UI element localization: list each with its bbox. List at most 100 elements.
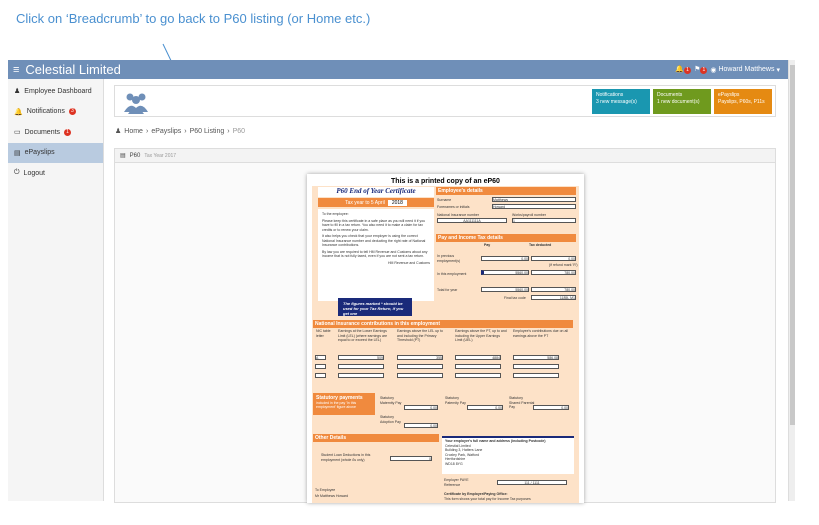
sidebar-item-label: Employee Dashboard [24, 87, 92, 95]
figures-note: The figures marked * should be used for … [338, 298, 412, 316]
top-bar: ≡ Celestial Limited 🔔 1 ⚑ 1 ◉ Howard Matth… [8, 60, 788, 79]
sidebar-item-notifications[interactable]: 🔔 Notifications 3 [8, 102, 103, 122]
breadcrumb-p60-listing[interactable]: P60 Listing [190, 128, 225, 135]
ni-empty-cell [513, 373, 559, 378]
final-code: 1185L M1 [531, 295, 576, 300]
pay-col-label: Pay [484, 243, 491, 247]
user-circle-icon: ◉ [710, 66, 717, 74]
surname-label: Surname [437, 198, 452, 202]
ni-contrib: 586.08 [513, 355, 559, 360]
tax-col-label: Tax deducted [529, 243, 552, 247]
tax-year-value: 2018 [387, 199, 407, 206]
flag-badge: 1 [700, 67, 708, 74]
sidebar-item-epayslips[interactable]: ▤ ePayslips [8, 142, 103, 163]
intro-para-2: It also helps you check that your employ… [322, 234, 426, 247]
ni-label: National Insurance number [437, 213, 480, 217]
sidebar-item-label: Notifications [26, 108, 65, 115]
tile-sub: 1 new document(s) [657, 99, 700, 105]
tile-documents[interactable]: Documents 1 new document(s) [653, 89, 711, 114]
p60-document: This is a printed copy of an eP60 P60 En… [307, 174, 584, 503]
to-employee-footer: To Employee [315, 488, 336, 492]
chevron-down-icon: ▾ [776, 66, 780, 74]
stat-label-0: Statutory Maternity Pay [380, 396, 402, 405]
intro-para-3: By law you are required to tell HM Reven… [322, 249, 428, 259]
flag-icon[interactable]: ⚑ 1 [694, 65, 708, 74]
breadcrumb-sep: › [145, 127, 149, 135]
ni-col-2: Earnings above the LEL up to and includi… [397, 329, 443, 342]
sidebar-item-label: Logout [23, 169, 45, 177]
ni-col-1: Earnings at the Lower Earnings Limit (LE… [338, 329, 388, 342]
total-label: Total for year [437, 288, 458, 292]
forenames-label: Forenames or initials [437, 205, 470, 209]
user-icon: ♟ [14, 88, 21, 95]
ni-empty-cell [513, 364, 559, 369]
statutory-box: Statutory payments included in the pay '… [313, 393, 375, 415]
home-icon: ♟ [115, 128, 122, 135]
paye-field: 111 / 1111 [497, 480, 567, 485]
document-title: This is a printed copy of an eP60 [391, 178, 500, 185]
intro-box: To the employee: Please keep this certif… [318, 209, 434, 301]
user-menu[interactable]: ◉ Howard Matthews ▾ [710, 66, 780, 74]
breadcrumb-epayslips[interactable]: ePayslips [151, 128, 181, 135]
bell-icon: 🔔 [14, 108, 23, 116]
total-tax: 780.00 [531, 287, 576, 292]
sidebar-item-dashboard[interactable]: ♟ Employee Dashboard [8, 81, 103, 101]
p60-form: P60 End of Year Certificate Tax year to … [312, 186, 579, 503]
ni-field: AA111111A [437, 218, 507, 223]
notifications-badge: 3 [68, 108, 76, 115]
stat-label-2: Statutory Shared Parental Pay [509, 396, 535, 409]
refund-note: (if refund mark 'R') [549, 263, 578, 267]
ni-col-0: NIC table letter [316, 329, 331, 338]
ni-col-3: Earnings above the PT, up to and includi… [455, 329, 507, 342]
sidebar-item-logout[interactable]: ⏻ Logout [8, 163, 103, 183]
total-pay: 5560.00 [481, 287, 529, 292]
prev-label: In previous employment(s) [437, 254, 461, 263]
employer-box: Your employer's full name and address (i… [442, 436, 574, 474]
ni-empty-cell [397, 373, 443, 378]
users-icon [124, 93, 148, 114]
tile-title: Documents [657, 92, 683, 98]
document-icon: ▤ [120, 153, 126, 159]
works-label: Works/payroll number [512, 213, 546, 217]
hamburger-icon[interactable]: ≡ [13, 64, 19, 76]
stat-label-1: Statutory Paternity Pay [445, 396, 466, 405]
employee-name: Mr Matthews Howard [315, 494, 349, 498]
prev-tax: 0.00 [531, 256, 576, 261]
breadcrumb-home[interactable]: Home [124, 128, 143, 135]
tile-notifications[interactable]: Notifications 3 new message(s) [592, 89, 650, 114]
panel-header: ▤ P60 Tax Year 2017 [115, 149, 775, 163]
stat-val-3: 0.00 [404, 423, 438, 428]
intro-para-1: Please keep this certificate in a safe p… [322, 218, 426, 232]
ni-empty-cell [455, 364, 501, 369]
cert-by: Certificate by Employer/Paying Office: [444, 492, 508, 496]
ni-uel: 4884 [455, 355, 501, 360]
breadcrumb-sep: › [184, 127, 187, 135]
prev-pay: 0.00 [481, 256, 529, 261]
stat-val-2: 0.00 [533, 405, 569, 410]
ni-empty-cell [455, 373, 501, 378]
tile-title: ePayslips [718, 92, 740, 98]
tax-year-label: Tax year to 5 April [345, 199, 385, 206]
user-name: Howard Matthews [718, 66, 775, 73]
sidebar-item-documents[interactable]: ▭ Documents 1 [8, 122, 103, 142]
this-employment-label: In this employment [437, 272, 467, 276]
this-pay: 5560.00 [481, 270, 529, 275]
tile-title: Notifications [596, 92, 624, 98]
cert-text: This form shows your total pay for Incom… [444, 497, 531, 501]
cert-title: P60 End of Year Certificate [318, 187, 434, 197]
breadcrumb-current: P60 [232, 127, 246, 135]
tile-sub: 3 new message(s) [596, 99, 637, 105]
ni-letter: A [315, 355, 326, 360]
app-title[interactable]: Celestial Limited [25, 62, 120, 77]
bell-icon[interactable]: 🔔 1 [675, 65, 692, 74]
employee-details-header: Employee's details [436, 187, 576, 195]
ni-section-header: National Insurance contributions in this… [313, 320, 573, 328]
bell-badge: 1 [684, 67, 692, 74]
tile-epayslips[interactable]: ePayslips Payslips, P60s, P11s [714, 89, 772, 114]
ni-empty-cell [397, 364, 443, 369]
scrollbar-thumb[interactable] [790, 65, 795, 425]
breadcrumb-sep: › [227, 127, 230, 135]
scrollbar[interactable] [788, 60, 795, 501]
folder-icon: ▭ [14, 129, 21, 136]
power-icon: ⏻ [14, 169, 20, 176]
